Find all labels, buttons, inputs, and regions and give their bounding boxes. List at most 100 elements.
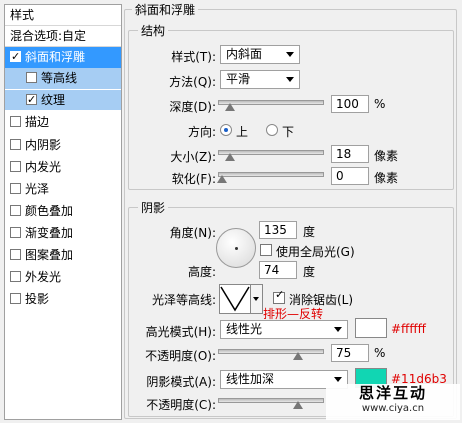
highlight-opacity-thumb[interactable] xyxy=(293,352,303,360)
contour-checkbox[interactable] xyxy=(26,72,37,83)
inner-glow-checkbox[interactable] xyxy=(10,161,21,172)
style-item-label: 光泽 xyxy=(25,182,50,196)
depth-slider-thumb[interactable] xyxy=(225,103,235,111)
depth-unit: % xyxy=(374,97,386,111)
style-item-stroke[interactable]: 描边 xyxy=(5,112,121,133)
style-item-satin[interactable]: 光泽 xyxy=(5,179,121,200)
style-item-label: 斜面和浮雕 xyxy=(25,50,86,64)
gloss-contour-label: 光泽等高线: xyxy=(151,293,216,307)
inner-shadow-checkbox[interactable] xyxy=(10,139,21,150)
highlight-opacity-label: 不透明度(O): xyxy=(145,349,216,363)
style-item-label: 渐变叠加 xyxy=(25,226,74,240)
style-item-label: 内发光 xyxy=(25,160,62,174)
soften-slider[interactable] xyxy=(217,172,324,183)
size-input[interactable]: 18 xyxy=(331,145,369,163)
satin-checkbox[interactable] xyxy=(10,183,21,194)
style-item-label: 描边 xyxy=(25,115,50,129)
blending-options-item[interactable]: 混合选项:自定 xyxy=(5,26,121,47)
global-light-label: 使用全局光(G) xyxy=(276,245,355,259)
direction-label: 方向: xyxy=(187,125,216,139)
chevron-down-icon xyxy=(334,327,342,332)
structure-title: 结构 xyxy=(138,22,169,39)
shadow-opacity-slider[interactable] xyxy=(218,398,324,409)
angle-dial[interactable] xyxy=(216,228,256,268)
altitude-label: 高度: xyxy=(187,265,216,279)
direction-down-label: 下 xyxy=(282,125,295,139)
size-slider[interactable] xyxy=(218,150,324,161)
style-item-drop-shadow[interactable]: 投影 xyxy=(5,289,121,310)
anti-aliased-checkbox[interactable] xyxy=(273,288,285,304)
direction-down-radio[interactable] xyxy=(266,124,278,136)
pattern-overlay-checkbox[interactable] xyxy=(10,249,21,260)
shadow-mode-value: 线性加深 xyxy=(226,372,275,386)
method-select-value: 平滑 xyxy=(226,72,251,86)
angle-input[interactable]: 135 xyxy=(259,221,297,239)
drop-shadow-checkbox[interactable] xyxy=(10,293,21,304)
chevron-down-icon xyxy=(286,52,294,57)
watermark-url: www.ciya.cn xyxy=(361,403,425,414)
texture-checkbox[interactable] xyxy=(26,90,37,110)
angle-unit: 度 xyxy=(303,225,316,239)
depth-slider[interactable] xyxy=(218,100,324,111)
highlight-color-swatch[interactable] xyxy=(355,318,387,338)
highlight-opacity-input[interactable]: 75 xyxy=(331,344,369,362)
style-item-color-overlay[interactable]: 颜色叠加 xyxy=(5,201,121,222)
highlight-mode-label: 高光模式(H): xyxy=(145,325,216,339)
method-select[interactable]: 平滑 xyxy=(220,70,300,89)
highlight-mode-value: 线性光 xyxy=(226,322,263,336)
styles-header: 样式 xyxy=(5,5,121,26)
style-item-pattern-overlay[interactable]: 图案叠加 xyxy=(5,245,121,266)
bevel-emboss-title: 斜面和浮雕 xyxy=(132,1,199,18)
shadow-opacity-label: 不透明度(C): xyxy=(146,398,216,412)
style-item-label: 内阴影 xyxy=(25,138,62,152)
style-item-contour[interactable]: 等高线 xyxy=(5,68,121,89)
style-select-value: 内斜面 xyxy=(226,47,263,61)
global-light-checkbox[interactable] xyxy=(260,244,272,256)
style-label: 样式(T): xyxy=(171,50,216,64)
depth-input[interactable]: 100 xyxy=(331,95,369,113)
style-item-inner-shadow[interactable]: 内阴影 xyxy=(5,135,121,156)
direction-up-label: 上 xyxy=(236,125,249,139)
size-unit: 像素 xyxy=(374,149,399,163)
depth-label: 深度(D): xyxy=(169,100,216,114)
altitude-unit: 度 xyxy=(303,265,316,279)
style-item-label: 图案叠加 xyxy=(25,248,74,262)
stroke-checkbox[interactable] xyxy=(10,116,21,127)
style-item-label: 外发光 xyxy=(25,270,62,284)
styles-list: 样式 混合选项:自定 斜面和浮雕 等高线 纹理 描边 内阴影 内发光 光泽 颜色… xyxy=(4,4,122,420)
altitude-input[interactable]: 74 xyxy=(259,261,297,279)
size-slider-thumb[interactable] xyxy=(225,153,235,161)
size-label: 大小(Z): xyxy=(170,150,216,164)
style-item-outer-glow[interactable]: 外发光 xyxy=(5,267,121,288)
shading-title: 阴影 xyxy=(138,199,169,216)
style-item-label: 等高线 xyxy=(41,71,78,85)
highlight-opacity-unit: % xyxy=(374,346,386,360)
chevron-down-icon xyxy=(334,377,342,382)
color-overlay-checkbox[interactable] xyxy=(10,205,21,216)
soften-input[interactable]: 0 xyxy=(331,167,369,185)
shadow-opacity-thumb[interactable] xyxy=(293,401,303,409)
style-item-bevel-emboss[interactable]: 斜面和浮雕 xyxy=(5,47,121,68)
style-item-texture[interactable]: 纹理 xyxy=(5,89,121,110)
style-item-gradient-overlay[interactable]: 渐变叠加 xyxy=(5,223,121,244)
site-watermark: 思洋互动 www.ciya.cn xyxy=(326,384,460,420)
style-item-inner-glow[interactable]: 内发光 xyxy=(5,157,121,178)
soften-slider-thumb[interactable] xyxy=(217,175,227,183)
style-select[interactable]: 内斜面 xyxy=(220,45,300,64)
soften-unit: 像素 xyxy=(374,171,399,185)
bevel-emboss-checkbox[interactable] xyxy=(10,47,21,67)
shadow-mode-label: 阴影模式(A): xyxy=(146,375,216,389)
direction-up-radio[interactable] xyxy=(220,124,232,136)
outer-glow-checkbox[interactable] xyxy=(10,271,21,282)
gradient-overlay-checkbox[interactable] xyxy=(10,227,21,238)
gloss-contour-picker[interactable] xyxy=(219,284,251,314)
watermark-title: 思洋互动 xyxy=(358,384,427,402)
style-item-label: 纹理 xyxy=(41,93,66,107)
gloss-contour-dropdown[interactable] xyxy=(251,284,263,314)
soften-label: 软化(F): xyxy=(171,172,216,186)
method-label: 方法(Q): xyxy=(169,75,216,89)
highlight-opacity-slider[interactable] xyxy=(218,349,324,360)
highlight-mode-select[interactable]: 线性光 xyxy=(220,320,348,339)
chevron-down-icon xyxy=(286,77,294,82)
style-item-label: 颜色叠加 xyxy=(25,204,74,218)
